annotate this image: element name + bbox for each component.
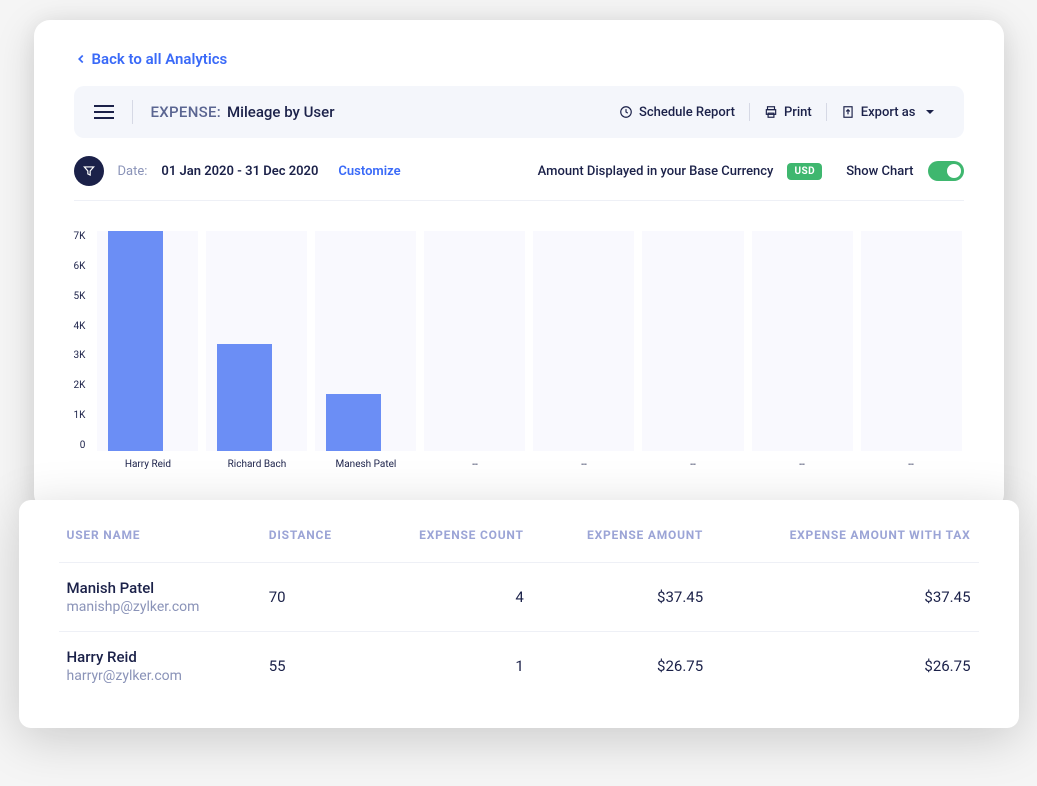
print-label: Print [784,105,812,120]
col-expense-count: EXPENSE COUNT [368,500,532,563]
cell-amount: $26.75 [532,632,711,701]
y-tick: 3K [74,350,86,361]
cell-distance: 55 [261,632,368,701]
y-tick: 7K [74,231,86,242]
divider [749,103,750,121]
menu-icon[interactable] [94,105,114,119]
x-label: -- [861,459,962,470]
chart-y-axis: 7K 6K 5K 4K 3K 2K 1K 0 [74,231,86,451]
main-card: Back to all Analytics EXPENSE: Mileage b… [34,20,1004,510]
divider [132,100,133,124]
bar-slot [315,231,416,451]
caret-down-icon [926,110,934,114]
filter-row: Date: 01 Jan 2020 - 31 Dec 2020 Customiz… [74,138,964,201]
customize-link[interactable]: Customize [338,164,400,179]
bar[interactable] [217,344,273,451]
clock-icon [619,105,633,119]
chart: 7K 6K 5K 4K 3K 2K 1K 0 Harry Reid Richard Bach Ma… [74,201,964,470]
mileage-table: USER NAME DISTANCE EXPENSE COUNT EXPENSE… [59,500,979,700]
page-title: EXPENSE: Mileage by User [151,103,591,121]
x-label: -- [642,459,743,470]
chart-body: Harry Reid Richard Bach Manesh Patel -- -- --… [97,231,963,470]
back-label: Back to all Analytics [92,50,228,68]
y-tick: 6K [74,261,86,272]
export-button[interactable]: Export as [831,105,944,120]
cell-count: 4 [368,563,532,632]
x-label: Harry Reid [97,459,198,470]
user-email: harryr@zylker.com [67,668,253,684]
col-expense-amount: EXPENSE AMOUNT [532,500,711,563]
y-tick: 1K [74,410,86,421]
cell-distance: 70 [261,563,368,632]
schedule-label: Schedule Report [639,105,735,120]
chevron-left-icon [74,52,88,66]
y-tick: 0 [80,440,86,451]
schedule-report-button[interactable]: Schedule Report [609,105,745,120]
print-button[interactable]: Print [754,105,822,120]
x-label: -- [424,459,525,470]
title-prefix: EXPENSE: [151,103,222,121]
table-row[interactable]: Manish Patelmanishp@zylker.com704$37.45$… [59,563,979,632]
bar-slot [206,231,307,451]
divider [826,103,827,121]
bar-slot [642,231,743,451]
cell-amount: $37.45 [532,563,711,632]
bar-slot [533,231,634,451]
export-label: Export as [861,105,916,120]
bar[interactable] [326,394,382,451]
show-chart-label: Show Chart [846,164,913,179]
date-value: 01 Jan 2020 - 31 Dec 2020 [161,164,318,179]
col-expense-amount-tax: EXPENSE AMOUNT WITH TAX [711,500,978,563]
x-label: Richard Bach [206,459,307,470]
date-label: Date: [118,164,148,179]
title-main: Mileage by User [227,103,334,121]
table-card: USER NAME DISTANCE EXPENSE COUNT EXPENSE… [19,500,1019,728]
bar-slot [752,231,853,451]
col-username: USER NAME [59,500,261,563]
bar-slot [97,231,198,451]
y-tick: 2K [74,380,86,391]
bar-slot [424,231,525,451]
y-tick: 4K [74,321,86,332]
user-name: Harry Reid [67,648,253,666]
x-label: -- [533,459,634,470]
base-currency-label: Amount Displayed in your Base Currency [538,164,774,179]
y-tick: 5K [74,291,86,302]
x-label: Manesh Patel [315,459,416,470]
user-email: manishp@zylker.com [67,599,253,615]
export-icon [841,105,855,119]
bar[interactable] [108,231,164,451]
show-chart-toggle[interactable] [928,161,964,181]
cell-count: 1 [368,632,532,701]
cell-amount-tax: $26.75 [711,632,978,701]
chart-bars [97,231,963,451]
funnel-icon [82,164,96,178]
chart-x-labels: Harry Reid Richard Bach Manesh Patel -- -- --… [97,459,963,470]
print-icon [764,105,778,119]
toolbar-actions: Schedule Report Print Export as [609,103,944,121]
x-label: -- [752,459,853,470]
bar-slot [861,231,962,451]
user-name: Manish Patel [67,579,253,597]
filter-button[interactable] [74,156,104,186]
back-link[interactable]: Back to all Analytics [74,50,964,68]
toolbar: EXPENSE: Mileage by User Schedule Report… [74,86,964,138]
cell-amount-tax: $37.45 [711,563,978,632]
currency-badge: USD [787,163,822,180]
col-distance: DISTANCE [261,500,368,563]
table-row[interactable]: Harry Reidharryr@zylker.com551$26.75$26.… [59,632,979,701]
